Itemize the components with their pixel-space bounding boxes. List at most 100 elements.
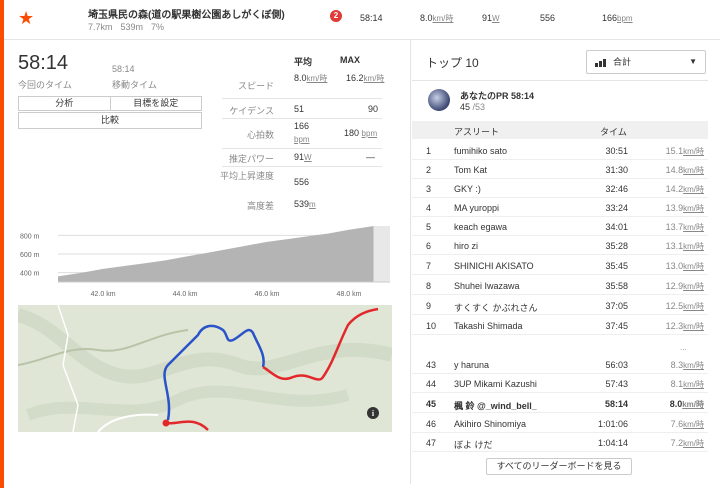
segment-speed: 8.0km/時	[420, 13, 454, 23]
action-buttons: 分析 目標を設定	[18, 96, 202, 111]
moving-time: 58:14	[112, 64, 135, 74]
athlete-name-link[interactable]: Tom Kat	[454, 165, 487, 175]
time-cell: 33:24	[605, 203, 628, 213]
leaderboard-row[interactable]: 2 Tom Kat 31:30 14.8km/時	[412, 160, 708, 179]
segment-distance: 7.7km	[88, 22, 113, 32]
compare-button[interactable]: 比較	[18, 112, 202, 129]
time-cell: 56:03	[605, 360, 628, 370]
rank-cell: 45	[426, 399, 437, 409]
speed-cell: 8.1km/時	[670, 379, 704, 389]
leaderboard-row[interactable]: 45 楓 鈴 @_wind_bell_ 58:14 8.0km/時	[412, 394, 708, 413]
speed-cell: 15.1km/時	[665, 146, 704, 156]
cadence-label: ケイデンス	[229, 106, 274, 116]
avatar[interactable]	[428, 89, 450, 111]
rank-cell: 3	[426, 184, 432, 194]
time-cell: 37:45	[605, 321, 628, 331]
time-cell: 30:51	[605, 146, 628, 156]
pr-title: あなたのPR 58:14	[460, 91, 535, 101]
speed-cell: 13.9km/時	[665, 203, 704, 213]
segment-time: 58:14	[360, 13, 383, 23]
leaderboard-row[interactable]: 9 すくすく かぶれさん 37:05 12.5km/時	[412, 296, 708, 315]
view-all-leaderboards-button[interactable]: すべてのリーダーボードを見る	[486, 458, 632, 475]
time-cell: 58:14	[604, 399, 628, 409]
athlete-name-link[interactable]: MA yuroppi	[454, 203, 499, 213]
time-cell: 35:45	[605, 261, 628, 271]
segment-vam: 556	[540, 13, 556, 23]
rank-cell: 44	[426, 379, 437, 389]
segment-power: 91W	[482, 13, 500, 23]
leaderboard-row[interactable]: 7 SHINICHI AKISATO 35:45 13.0km/時	[412, 256, 708, 275]
set-goal-button[interactable]: 目標を設定	[109, 97, 202, 110]
athlete-name-link[interactable]: 楓 鈴 @_wind_bell_	[454, 399, 537, 412]
leaderboard-filter-select[interactable]: 合計 ▼	[586, 50, 706, 74]
max-header: MAX	[340, 55, 360, 65]
athlete-name-link[interactable]: y haruna	[454, 360, 489, 370]
cadence-max: 90	[368, 104, 379, 114]
elevation-chart[interactable]: 800 m 600 m 400 m 42.0 km 44.0 km 46.0 km 48.0…	[18, 222, 392, 302]
leaderboard-row[interactable]: 43 y haruna 56:03 8.3km/時	[412, 355, 708, 374]
athlete-name-link[interactable]: Akihiro Shinomiya	[454, 419, 526, 429]
elapsed-time-label: 今回のタイム	[18, 80, 72, 90]
personal-record: あなたのPR 58:14 45 /53	[412, 80, 708, 120]
athlete-name-link[interactable]: GKY :)	[454, 184, 481, 194]
divider	[222, 166, 382, 167]
leaderboard-row[interactable]: 44 3UP Mikami Kazushi 57:43 8.1km/時	[412, 374, 708, 393]
rank-cell: 1	[426, 146, 432, 156]
rank-cell: 43	[426, 360, 437, 370]
time-cell: 31:30	[605, 165, 628, 175]
power-avg: 91W	[294, 152, 312, 162]
leaderboard-title: トップ 10	[426, 56, 479, 70]
vam-label: 平均上昇速度	[219, 171, 274, 181]
star-icon[interactable]: ★	[18, 8, 34, 29]
athlete-name-link[interactable]: すくすく かぶれさん	[454, 301, 538, 314]
analysis-button[interactable]: 分析	[19, 97, 110, 110]
athlete-name-link[interactable]: ぼよ けだ	[454, 438, 493, 451]
athlete-name-link[interactable]: SHINICHI AKISATO	[454, 261, 534, 271]
speed-cell: 13.7km/時	[665, 222, 704, 232]
x-tick-label: 48.0 km	[337, 291, 362, 298]
leaderboard-row[interactable]: 46 Akihiro Shinomiya 1:01:06 7.6km/時	[412, 414, 708, 433]
athlete-name-link[interactable]: Shuhei Iwazawa	[454, 281, 520, 291]
leaderboard-row[interactable]: 10 Takashi Shimada 37:45 12.3km/時	[412, 316, 708, 335]
elevation-diff-value: 539m	[294, 199, 316, 209]
heart-rate-avg: 166 bpm	[294, 121, 310, 144]
x-tick-label: 42.0 km	[91, 291, 116, 298]
athlete-name-link[interactable]: fumihiko sato	[454, 146, 507, 156]
leaderboard-row[interactable]: 47 ぼよ けだ 1:04:14 7.2km/時	[412, 433, 708, 452]
leaderboard-row[interactable]: 1 fumihiko sato 30:51 15.1km/時	[412, 141, 708, 160]
time-cell: 1:01:06	[597, 419, 628, 429]
leaderboard-row[interactable]: 8 Shuhei Iwazawa 35:58 12.9km/時	[412, 276, 708, 295]
segment-name[interactable]: 埼玉県民の森(道の駅果樹公園あしがくぼ側)	[88, 6, 285, 21]
leaderboard-row[interactable]: 3 GKY :) 32:46 14.2km/時	[412, 179, 708, 198]
segment-end-region	[373, 226, 390, 282]
y-tick-label: 400 m	[20, 271, 40, 278]
leaderboard-row[interactable]: 5 keach egawa 34:01 13.7km/時	[412, 217, 708, 236]
rank-badge: 2	[330, 10, 342, 22]
speed-cell: 14.2km/時	[665, 184, 704, 194]
power-max: —	[366, 152, 375, 162]
athlete-name-link[interactable]: hiro zi	[454, 241, 478, 251]
segment-header[interactable]: ★ 埼玉県民の森(道の駅果樹公園あしがくぼ側) 7.7km 539m 7% 2 58…	[4, 0, 720, 40]
speed-cell: 12.5km/時	[665, 301, 704, 311]
athlete-name-link[interactable]: 3UP Mikami Kazushi	[454, 379, 537, 389]
speed-avg: 8.0km/時	[294, 73, 328, 83]
heart-rate-label: 心拍数	[246, 130, 274, 140]
leaderboard-row[interactable]: 4 MA yuroppi 33:24 13.9km/時	[412, 198, 708, 217]
panel-divider	[410, 40, 411, 484]
route-map[interactable]: i	[18, 305, 392, 432]
rank-cell: 47	[426, 438, 437, 448]
athlete-name-link[interactable]: keach egawa	[454, 222, 507, 232]
route-map-svg: i	[18, 305, 392, 432]
speed-cell: 7.2km/時	[670, 438, 704, 448]
segment-grade: 7%	[151, 22, 165, 32]
heart-rate-max: 180 bpm	[344, 128, 378, 138]
elevation-diff-label: 高度差	[246, 201, 274, 211]
time-cell: 32:46	[605, 184, 628, 194]
time-cell: 35:58	[605, 281, 628, 291]
segment-elevation: 539m	[120, 22, 144, 32]
rank-cell: 46	[426, 419, 437, 429]
leaderboard-row[interactable]: 6 hiro zi 35:28 13.1km/時	[412, 236, 708, 255]
athlete-name-link[interactable]: Takashi Shimada	[454, 321, 523, 331]
time-cell: 34:01	[605, 222, 628, 232]
speed-cell: 12.3km/時	[665, 321, 704, 331]
